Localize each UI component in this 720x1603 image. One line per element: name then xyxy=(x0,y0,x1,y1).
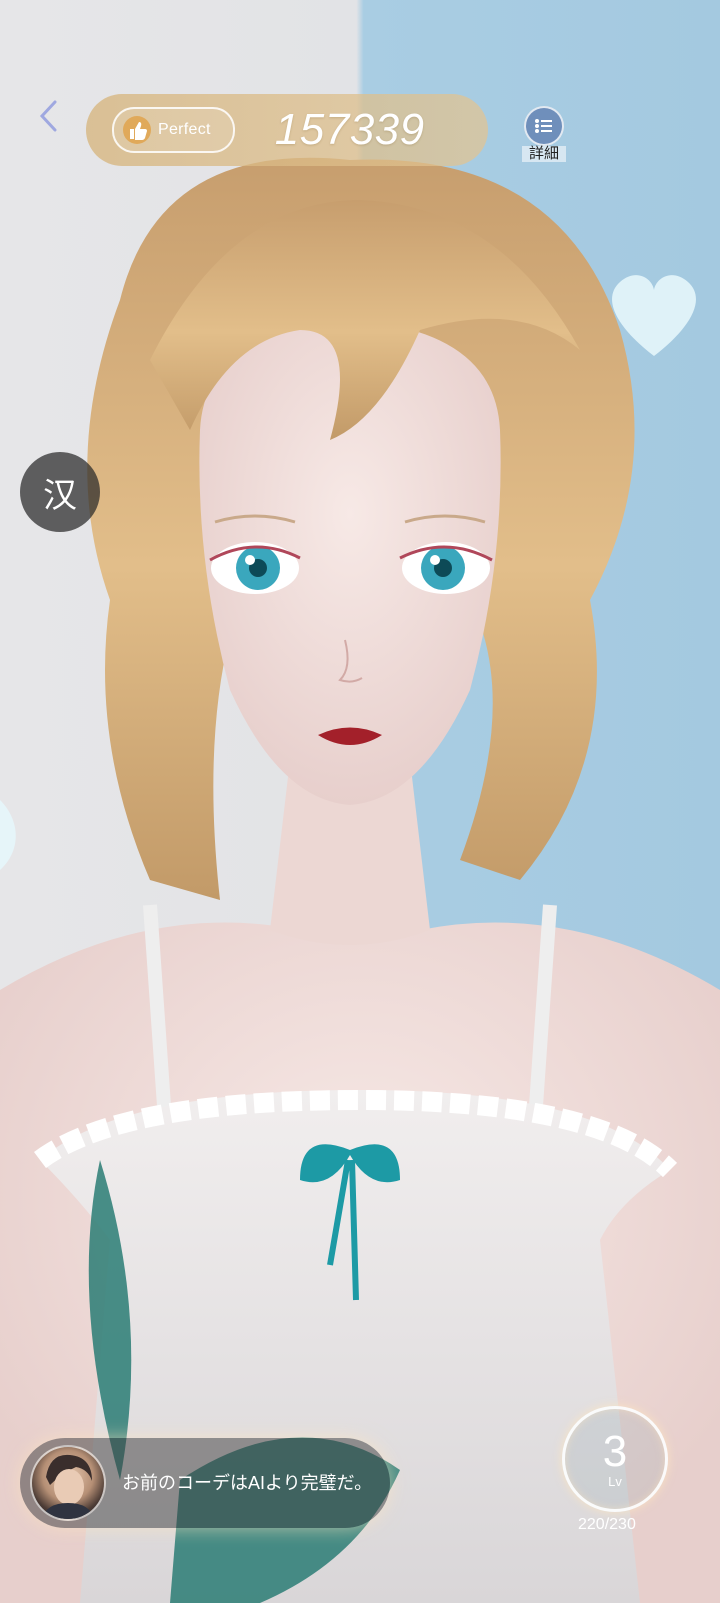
level-indicator[interactable]: 3 Lv xyxy=(562,1406,668,1512)
score-value: 157339 xyxy=(274,105,425,154)
heart-icon xyxy=(612,275,696,356)
character-illustration xyxy=(0,157,720,1603)
experience-counter: 220/230 xyxy=(578,1516,636,1533)
dialogue-text: お前のコーデはAIより完璧だ。 xyxy=(122,1473,373,1493)
avatar-portrait-icon xyxy=(42,1454,94,1519)
back-chevron-icon xyxy=(39,100,57,132)
thumbs-up-icon xyxy=(123,116,151,144)
avatar xyxy=(30,1445,106,1521)
detail-label: 詳細 xyxy=(522,146,566,162)
list-icon xyxy=(535,119,552,133)
score-panel: Perfect 157339 xyxy=(86,94,488,166)
perfect-label: Perfect xyxy=(158,121,211,138)
level-unit: Lv xyxy=(608,1473,622,1489)
game-scene: Perfect 157339 詳細 汉 お前のコーデはAIより完璧だ。 3 Lv… xyxy=(0,0,720,1603)
level-number: 3 xyxy=(602,1426,628,1476)
dialogue-bubble[interactable]: お前のコーデはAIより完璧だ。 xyxy=(20,1438,390,1528)
perfect-badge: Perfect xyxy=(112,107,235,153)
back-button[interactable] xyxy=(28,96,68,136)
language-toggle-button[interactable]: 汉 xyxy=(20,452,100,532)
detail-circle xyxy=(524,106,564,146)
detail-button[interactable]: 詳細 xyxy=(522,106,566,162)
